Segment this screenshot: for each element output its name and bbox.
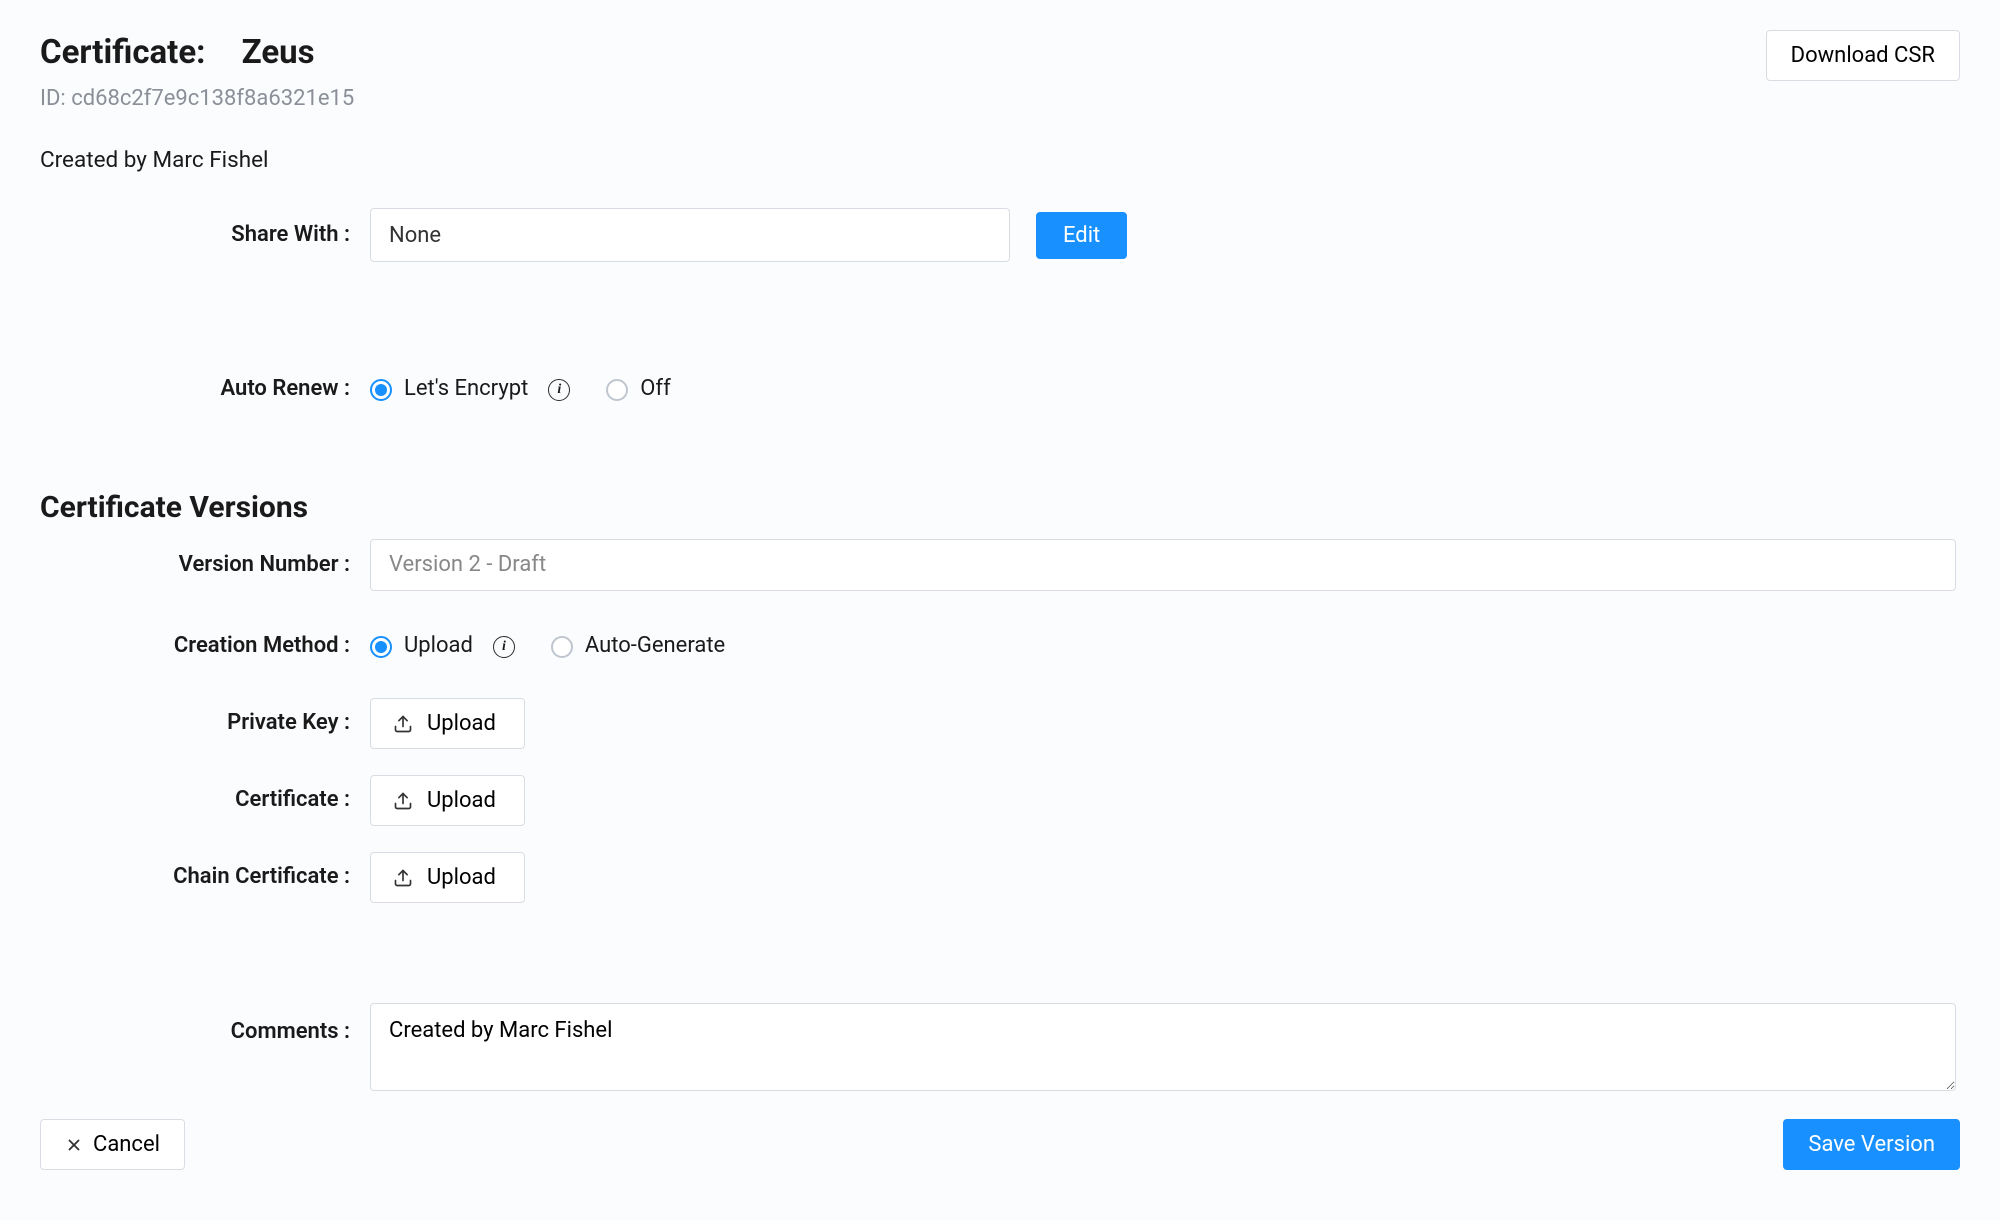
download-csr-button[interactable]: Download CSR [1766, 30, 1960, 81]
radio-icon [551, 636, 573, 658]
close-icon [65, 1136, 83, 1154]
cancel-button[interactable]: Cancel [40, 1119, 185, 1170]
version-number-select[interactable]: Version 2 - Draft [370, 539, 1956, 591]
radio-icon [370, 636, 392, 658]
radio-icon [370, 379, 392, 401]
off-label: Off [640, 374, 670, 405]
upload-label: Upload [427, 711, 496, 736]
upload-radio-label: Upload [404, 631, 473, 662]
autogenerate-label: Auto-Generate [585, 631, 725, 662]
save-version-button[interactable]: Save Version [1783, 1119, 1960, 1170]
edit-share-button[interactable]: Edit [1036, 212, 1127, 259]
created-by-text: Created by Marc Fishel [40, 145, 1960, 177]
info-icon[interactable]: i [548, 379, 570, 401]
auto-renew-off-radio[interactable]: Off [606, 374, 670, 405]
lets-encrypt-label: Let's Encrypt [404, 374, 528, 405]
page-title: Certificate: Zeus [40, 30, 354, 76]
share-with-input[interactable] [370, 208, 1010, 262]
certificate-id: ID: cd68c2f7e9c138f8a6321e15 [40, 84, 354, 115]
radio-icon [606, 379, 628, 401]
id-value: cd68c2f7e9c138f8a6321e15 [71, 86, 354, 111]
chain-certificate-label: Chain Certificate : [40, 862, 370, 893]
save-version-label: Save Version [1808, 1132, 1935, 1157]
download-csr-label: Download CSR [1791, 43, 1935, 68]
certificate-file-label: Certificate : [40, 785, 370, 816]
certificate-upload-button[interactable]: Upload [370, 775, 525, 826]
cancel-label: Cancel [93, 1132, 160, 1157]
auto-renew-label: Auto Renew : [40, 374, 370, 405]
info-icon[interactable]: i [493, 636, 515, 658]
edit-share-label: Edit [1063, 223, 1100, 248]
creation-method-label: Creation Method : [40, 631, 370, 662]
chain-certificate-upload-button[interactable]: Upload [370, 852, 525, 903]
comments-label: Comments : [40, 1003, 370, 1048]
share-with-label: Share With : [40, 220, 370, 251]
certificate-name: Zeus [242, 33, 315, 72]
creation-method-upload-radio[interactable]: Upload i [370, 631, 515, 662]
certificate-versions-title: Certificate Versions [40, 487, 1960, 529]
comments-textarea[interactable] [370, 1003, 1956, 1091]
version-number-label: Version Number : [40, 550, 370, 581]
private-key-upload-button[interactable]: Upload [370, 698, 525, 749]
version-number-value: Version 2 - Draft [389, 550, 546, 581]
upload-icon [393, 868, 413, 888]
id-prefix: ID: [40, 86, 71, 111]
upload-icon [393, 791, 413, 811]
upload-icon [393, 714, 413, 734]
private-key-label: Private Key : [40, 708, 370, 739]
upload-label: Upload [427, 788, 496, 813]
title-prefix: Certificate: [40, 33, 205, 72]
upload-label: Upload [427, 865, 496, 890]
auto-renew-lets-encrypt-radio[interactable]: Let's Encrypt i [370, 374, 570, 405]
creation-method-autogenerate-radio[interactable]: Auto-Generate [551, 631, 725, 662]
